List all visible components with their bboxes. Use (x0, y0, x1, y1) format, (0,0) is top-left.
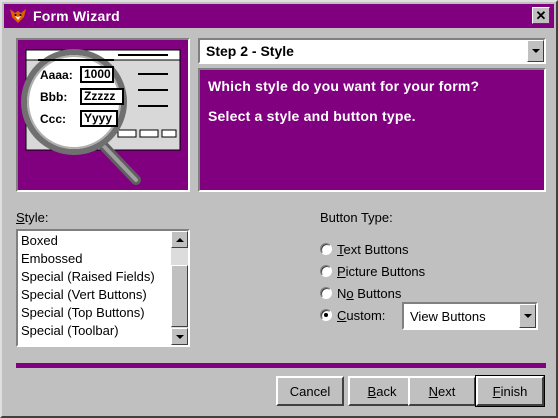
scroll-up-button[interactable] (171, 231, 188, 248)
style-scrollbar[interactable] (171, 231, 188, 345)
back-button[interactable]: Back (348, 376, 416, 406)
next-button[interactable]: Next (408, 376, 476, 406)
illus-label-2: Bbb: (40, 90, 68, 104)
radio-label-rest: icture Buttons (345, 263, 426, 279)
illus-label-3: Ccc: (40, 112, 67, 126)
finish-mnemonic: F (492, 383, 501, 399)
instruction-question: Which style do you want for your form? (208, 78, 480, 94)
radio-mnemonic: C (337, 307, 347, 323)
list-item[interactable]: Special (Vert Buttons) (21, 286, 147, 304)
radio-label-prefix: N (337, 285, 347, 301)
finish-button[interactable]: Finish (475, 375, 545, 407)
custom-buttons-value: View Buttons (410, 309, 486, 324)
list-item[interactable]: Special (Top Buttons) (21, 304, 145, 322)
close-icon: ✕ (535, 8, 547, 23)
radio-mnemonic: o (346, 285, 354, 301)
custom-dropdown-button[interactable] (519, 304, 536, 328)
radio-circle-icon[interactable] (320, 309, 332, 321)
radio-circle-icon[interactable] (320, 287, 332, 299)
form-wizard-window: Form Wizard ✕ Aaaa: 1000 Bbb: Zzzzz Ccc:… (0, 0, 558, 418)
chevron-down-icon (531, 49, 540, 53)
style-label: Style: (16, 210, 49, 225)
style-listbox[interactable]: Boxed Embossed Special (Raised Fields) S… (16, 229, 190, 347)
instruction-hint: Select a style and button type. (208, 108, 416, 124)
radio-circle-icon[interactable] (320, 243, 332, 255)
style-label-rest: tyle: (24, 210, 49, 225)
illus-value-3: Yyyy (80, 110, 118, 127)
radio-label: Custom: (337, 308, 385, 323)
step-select[interactable]: Step 2 - Style (198, 38, 546, 64)
radio-label: Picture Buttons (337, 264, 425, 279)
radio-no-buttons[interactable]: No Buttons (320, 284, 401, 302)
divider (16, 363, 546, 368)
custom-buttons-select[interactable]: View Buttons (402, 302, 538, 330)
step-dropdown-button[interactable] (527, 40, 544, 62)
radio-text-buttons[interactable]: Text Buttons (320, 240, 409, 258)
arrow-up-icon (175, 237, 184, 242)
list-item[interactable]: Special (Raised Fields) (21, 268, 155, 286)
illus-label-1: Aaaa: (40, 68, 73, 82)
style-label-mnemonic: S (16, 210, 25, 225)
title-bar[interactable]: Form Wizard ✕ (4, 4, 554, 28)
radio-label: Text Buttons (337, 242, 409, 257)
radio-custom[interactable]: Custom: (320, 306, 385, 324)
list-item[interactable]: Embossed (21, 250, 82, 268)
radio-label: No Buttons (337, 286, 401, 301)
radio-label-rest: ustom: (346, 307, 386, 323)
next-mnemonic: N (428, 383, 439, 399)
radio-label-rest: Buttons (353, 285, 402, 301)
button-type-label: Button Type: (320, 210, 393, 225)
chevron-down-icon (523, 314, 532, 318)
list-item[interactable]: Special (Toolbar) (21, 322, 119, 340)
radio-mnemonic: P (337, 263, 346, 279)
arrow-down-icon (175, 334, 184, 339)
fox-icon (10, 9, 26, 23)
radio-label-rest: ext Buttons (343, 241, 409, 257)
next-label-rest: ext (438, 383, 456, 399)
instruction-panel: Which style do you want for your form? S… (198, 68, 546, 192)
close-button[interactable]: ✕ (532, 7, 550, 24)
illus-value-2: Zzzzz (80, 88, 124, 105)
window-title: Form Wizard (33, 8, 120, 24)
form-illustration: Aaaa: 1000 Bbb: Zzzzz Ccc: Yyyy (16, 38, 190, 192)
back-mnemonic: B (367, 383, 377, 399)
scroll-down-button[interactable] (171, 328, 188, 345)
back-label-rest: ack (376, 383, 397, 399)
step-select-value: Step 2 - Style (206, 43, 294, 59)
illus-value-1: 1000 (80, 66, 114, 83)
list-item[interactable]: Boxed (21, 232, 58, 250)
scroll-thumb[interactable] (171, 265, 188, 327)
finish-label-rest: inish (500, 383, 528, 399)
cancel-button[interactable]: Cancel (276, 376, 344, 406)
radio-circle-icon[interactable] (320, 265, 332, 277)
radio-picture-buttons[interactable]: Picture Buttons (320, 262, 425, 280)
